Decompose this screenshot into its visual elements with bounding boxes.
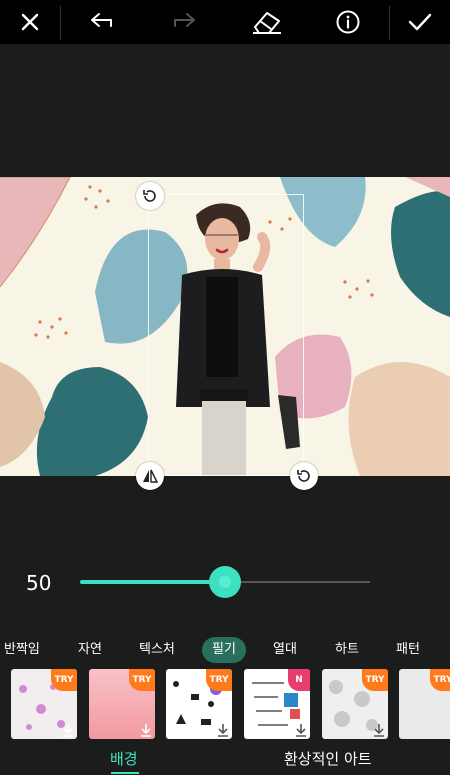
apply-button[interactable] <box>400 0 440 44</box>
bottom-tabs: 배경 환상적인 아트 <box>0 744 450 775</box>
thumbnail-item[interactable]: TRY <box>89 669 155 739</box>
download-icon <box>374 724 384 737</box>
category-tab[interactable]: 하트 <box>335 637 359 663</box>
rotate-icon <box>143 190 156 202</box>
thumbnail-item[interactable]: TRY <box>399 669 450 739</box>
try-badge: TRY <box>362 669 388 691</box>
redo-icon <box>174 13 195 27</box>
sticker-thumbnails: TRY TRY TRY N TRY TRY <box>0 668 450 740</box>
try-badge: TRY <box>430 669 450 691</box>
close-icon <box>21 13 39 31</box>
category-tabs: 반짝임 자연 텍스처 필기 열대 하트 패턴 <box>0 634 450 666</box>
rotate-icon <box>297 470 310 482</box>
thumbnail-item[interactable]: TRY <box>322 669 388 739</box>
eraser-icon <box>253 12 281 34</box>
download-icon <box>296 724 306 737</box>
thumbnail-item[interactable]: TRY <box>166 669 232 739</box>
tab-fantastic-art[interactable]: 환상적인 아트 <box>284 748 372 769</box>
toolbar-divider <box>389 6 390 40</box>
info-button[interactable] <box>328 0 368 44</box>
undo-icon <box>91 13 112 27</box>
rotate-handle-bottom[interactable] <box>290 462 318 490</box>
undo-button[interactable] <box>82 0 122 44</box>
new-badge: N <box>288 669 310 691</box>
flip-handle[interactable] <box>136 462 164 490</box>
slider-value: 50 <box>26 571 52 595</box>
opacity-slider[interactable] <box>80 566 370 598</box>
redo-button[interactable] <box>164 0 204 44</box>
try-badge: TRY <box>51 669 77 691</box>
slider-fill <box>80 580 225 584</box>
rotate-handle-top[interactable] <box>136 182 164 210</box>
category-tab[interactable]: 반짝임 <box>4 637 40 663</box>
check-icon <box>408 13 432 31</box>
thumbnail-item[interactable]: N <box>244 669 310 739</box>
selection-box[interactable] <box>148 194 304 476</box>
info-icon <box>336 10 360 34</box>
download-icon <box>141 724 151 737</box>
top-toolbar <box>0 0 450 44</box>
category-tab[interactable]: 열대 <box>273 637 297 663</box>
toolbar-divider <box>60 6 61 40</box>
category-tab[interactable]: 자연 <box>78 637 102 663</box>
close-button[interactable] <box>10 0 50 44</box>
active-tab-indicator <box>111 772 139 774</box>
try-badge: TRY <box>206 669 232 691</box>
category-tab[interactable]: 패턴 <box>396 637 420 663</box>
slider-thumb[interactable] <box>209 566 241 598</box>
flip-icon <box>143 469 158 483</box>
download-icon <box>63 724 73 737</box>
try-badge: TRY <box>129 669 155 691</box>
eraser-button[interactable] <box>247 0 287 44</box>
category-tab-active[interactable]: 필기 <box>202 637 246 663</box>
category-tab[interactable]: 텍스처 <box>139 637 175 663</box>
download-icon <box>218 724 228 737</box>
tab-background[interactable]: 배경 <box>110 748 138 769</box>
thumbnail-item[interactable]: TRY <box>11 669 77 739</box>
